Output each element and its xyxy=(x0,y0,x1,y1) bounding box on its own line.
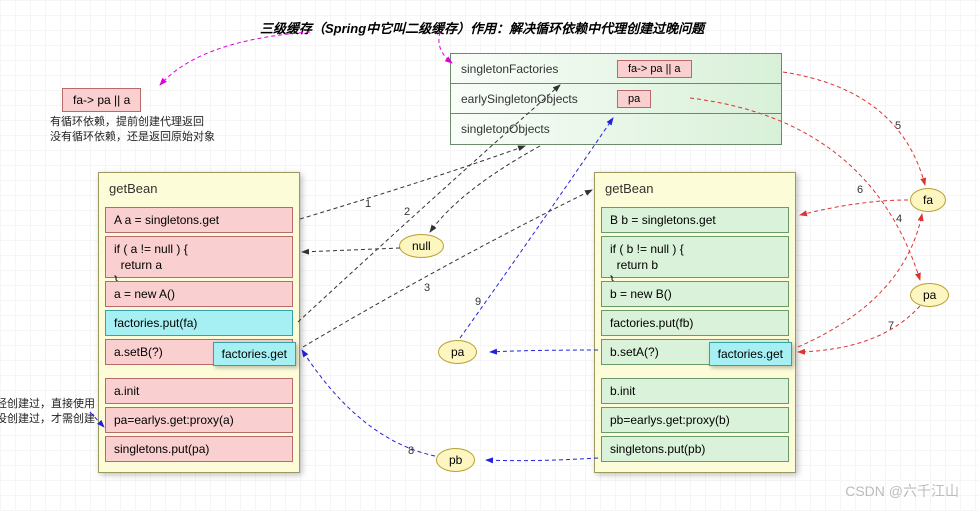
label-9: 9 xyxy=(475,296,481,308)
cache-badge-fa: fa-> pa || a xyxy=(617,60,692,78)
b-row-factories-put: factories.put(fb) xyxy=(601,310,789,336)
panel-a-header: getBean xyxy=(99,173,299,204)
watermark: CSDN @六千江山 xyxy=(845,481,959,501)
bottom-note: 代理已经创建过，直接使用 没创建过，才需创建 xyxy=(5,397,95,428)
a-factories-get-btn: factories.get xyxy=(213,342,296,366)
b-row-put: singletons.put(pb) xyxy=(601,436,789,462)
panel-b: getBean B b = singletons.get if ( b != n… xyxy=(594,172,796,473)
a-row-init: a.init xyxy=(105,378,293,404)
label-6: 6 xyxy=(857,184,863,196)
label-1: 1 xyxy=(365,198,371,210)
bottom-note-line2: 没创建过，才需创建 xyxy=(0,412,95,427)
a-row-factories-put: factories.put(fa) xyxy=(105,310,293,336)
label-4: 4 xyxy=(896,213,902,225)
b-factories-get-btn: factories.get xyxy=(709,342,792,366)
cache-row-early-singleton: earlySingletonObjects pa xyxy=(451,84,781,114)
a-row-setb: a.setB(?) factories.get xyxy=(105,339,293,365)
cache-row-singleton-objects: singletonObjects xyxy=(451,114,781,144)
panel-a: getBean A a = singletons.get if ( a != n… xyxy=(98,172,300,473)
ellipse-pb: pb xyxy=(436,448,475,472)
a-row-proxy: pa=earlys.get:proxy(a) xyxy=(105,407,293,433)
label-7: 7 xyxy=(888,320,894,332)
a-row-setb-text: a.setB(?) xyxy=(114,345,163,359)
bottom-note-line1: 代理已经创建过，直接使用 xyxy=(0,397,95,412)
b-row-init: b.init xyxy=(601,378,789,404)
b-row-seta: b.setA(?) factories.get xyxy=(601,339,789,365)
cache-badge-pa: pa xyxy=(617,90,651,108)
diagram-title: 三级缓存（Spring中它叫二级缓存）作用：解决循环依赖中代理创建过晚问题 xyxy=(260,18,704,37)
a-row-if: if ( a != null ) { return a } xyxy=(105,236,293,278)
b-row-new: b = new B() xyxy=(601,281,789,307)
left-note-text: 有循环依赖，提前创建代理返回 没有循环依赖，还是返回原始对象 xyxy=(50,115,215,146)
ellipse-pa-mid: pa xyxy=(438,340,477,364)
ellipse-null: null xyxy=(399,234,444,258)
ellipse-fa: fa xyxy=(910,188,946,212)
b-row-seta-text: b.setA(?) xyxy=(610,345,659,359)
left-note-line1: 有循环依赖，提前创建代理返回 xyxy=(50,115,215,130)
label-8: 8 xyxy=(408,445,414,457)
left-note-badge-text: fa-> pa || a xyxy=(73,93,130,107)
cache-label: singletonObjects xyxy=(461,122,611,136)
cache-label: singletonFactories xyxy=(461,62,611,76)
a-row-put: singletons.put(pa) xyxy=(105,436,293,462)
cache-table: singletonFactories fa-> pa || a earlySin… xyxy=(450,53,782,145)
left-note-badge: fa-> pa || a xyxy=(62,88,141,112)
label-3: 3 xyxy=(424,282,430,294)
panel-b-header: getBean xyxy=(595,173,795,204)
ellipse-pa-right: pa xyxy=(910,283,949,307)
cache-row-singleton-factories: singletonFactories fa-> pa || a xyxy=(451,54,781,84)
b-row-get: B b = singletons.get xyxy=(601,207,789,233)
label-5: 5 xyxy=(895,120,901,132)
b-row-proxy: pb=earlys.get:proxy(b) xyxy=(601,407,789,433)
cache-label: earlySingletonObjects xyxy=(461,92,611,106)
b-row-if: if ( b != null ) { return b } xyxy=(601,236,789,278)
a-row-new: a = new A() xyxy=(105,281,293,307)
a-row-get: A a = singletons.get xyxy=(105,207,293,233)
label-2: 2 xyxy=(404,206,410,218)
left-note-line2: 没有循环依赖，还是返回原始对象 xyxy=(50,130,215,145)
